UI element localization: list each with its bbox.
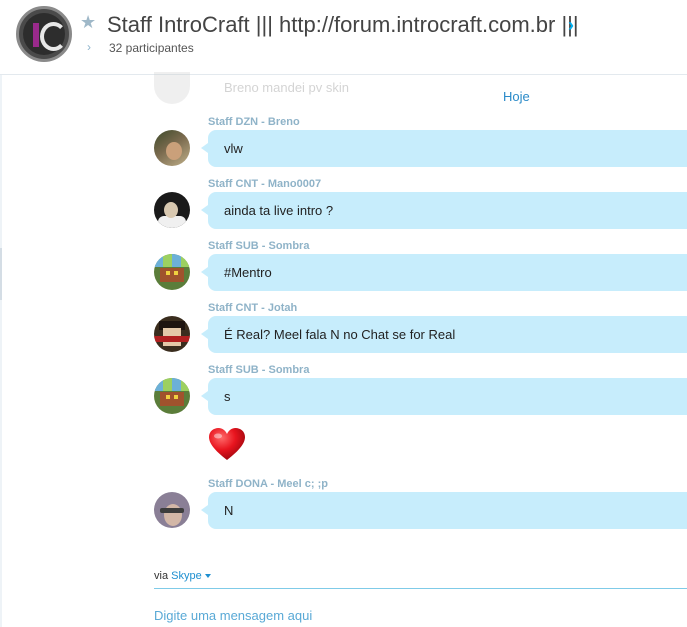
via-label: via: [154, 570, 169, 582]
conversation-header: ★ Staff IntroCraft ||| http://forum.intr…: [0, 0, 687, 75]
conversation-title[interactable]: Staff IntroCraft ||| http://forum.introc…: [107, 10, 579, 40]
message-sender: Staff CNT - Jotah: [208, 302, 298, 314]
participants-chevron-icon[interactable]: ›: [87, 40, 91, 54]
heart-icon[interactable]: [208, 428, 248, 464]
favorite-star-icon[interactable]: ★: [80, 12, 96, 32]
faded-previous-message: Breno mandei pv skin: [154, 72, 454, 104]
message-text: N: [224, 503, 234, 518]
message-bubble[interactable]: N: [201, 492, 687, 529]
message-bubble[interactable]: vlw: [201, 130, 687, 167]
faded-avatar: [154, 72, 190, 104]
left-rail: [0, 0, 2, 627]
input-divider: [154, 588, 687, 589]
user-avatar-meel[interactable]: [154, 492, 190, 528]
date-separator: Hoje: [503, 89, 530, 104]
dropdown-arrow-icon: [204, 574, 211, 579]
message-sender: Staff DZN - Breno: [208, 116, 300, 128]
faded-message-text: Breno mandei pv skin: [224, 80, 350, 95]
message-text: s: [224, 389, 231, 404]
user-avatar-sombra[interactable]: [154, 378, 190, 414]
message-text: vlw: [224, 141, 243, 156]
user-avatar-sombra[interactable]: [154, 254, 190, 290]
message-bubble[interactable]: ainda ta live intro ?: [201, 192, 687, 229]
message-sender: Staff CNT - Mano0007: [208, 178, 322, 190]
user-avatar-mano0007[interactable]: [154, 192, 190, 228]
scroll-marker: [0, 248, 2, 300]
message-bubble[interactable]: #Mentro: [201, 254, 687, 291]
service-name: Skype: [171, 570, 202, 582]
message-text: É Real? Meel fala N no Chat se for Real: [224, 327, 456, 342]
message-composer: via Skype Digite uma mensagem aqui: [154, 565, 687, 627]
message-sender: Staff DONA - Meel c; ;p: [208, 478, 328, 490]
message-input[interactable]: Digite uma mensagem aqui: [154, 608, 312, 623]
group-logo-icon: [23, 13, 67, 55]
user-avatar-breno[interactable]: [154, 130, 190, 166]
message-text: ainda ta live intro ?: [224, 203, 334, 218]
user-avatar-jotah[interactable]: [154, 316, 190, 352]
message-sender: Staff SUB - Sombra: [208, 240, 310, 252]
message-sender: Staff SUB - Sombra: [208, 364, 310, 376]
chevron-right-icon[interactable]: ›: [568, 13, 574, 37]
group-avatar[interactable]: [16, 6, 72, 62]
message-bubble[interactable]: s: [201, 378, 687, 415]
message-bubble[interactable]: É Real? Meel fala N no Chat se for Real: [201, 316, 687, 353]
send-via: via Skype: [154, 570, 211, 582]
service-selector[interactable]: Skype: [171, 570, 211, 582]
message-text: #Mentro: [224, 265, 272, 280]
participants-count[interactable]: 32 participantes: [109, 41, 194, 55]
